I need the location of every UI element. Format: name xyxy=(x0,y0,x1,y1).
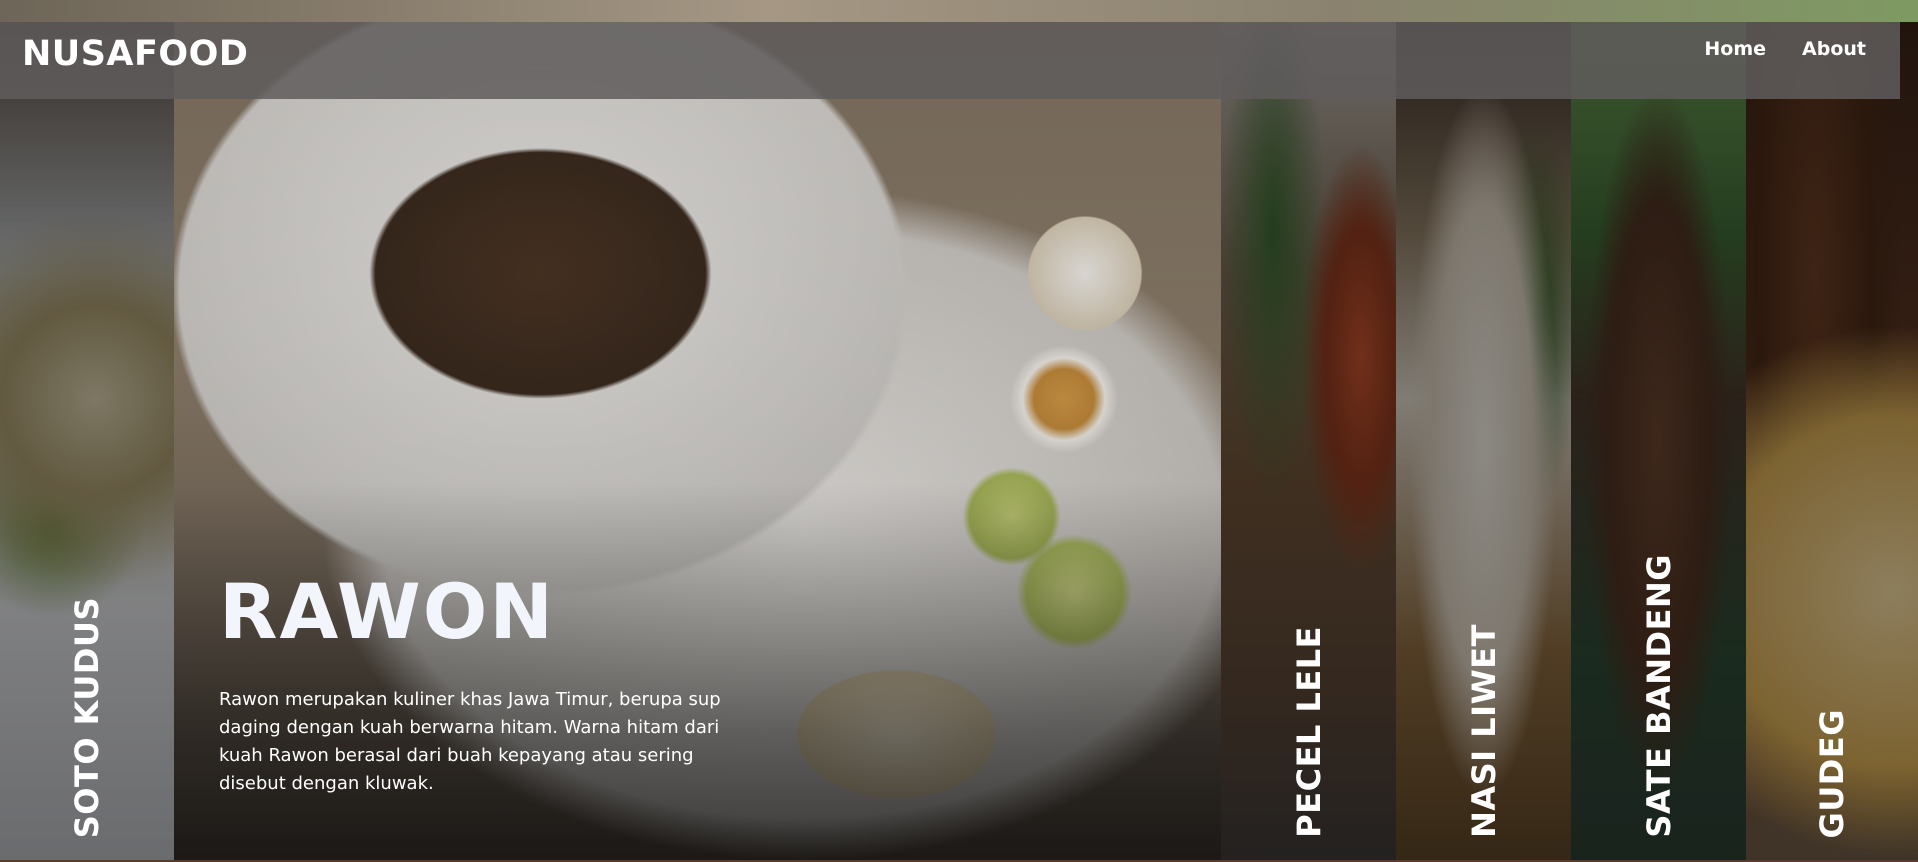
panel-nasi-liwet[interactable]: NASI LIWET xyxy=(1396,22,1571,860)
panel-label-gudeg: GUDEG xyxy=(1813,708,1851,838)
panel-sate-bandeng[interactable]: SATE BANDENG xyxy=(1571,22,1746,860)
panel-pecel-lele[interactable]: PECEL LELE xyxy=(1221,22,1396,860)
panel-label-soto-kudus: SOTO KUDUS xyxy=(68,596,106,838)
nav-links: Home About xyxy=(1704,38,1866,60)
hero-description: Rawon merupakan kuliner khas Jawa Timur,… xyxy=(219,689,721,794)
panel-rawon[interactable]: RAWON Rawon merupakan kuliner khas Jawa … xyxy=(174,22,1221,860)
panel-label-pecel-lele: PECEL LELE xyxy=(1289,626,1328,838)
hero-title: RAWON xyxy=(219,567,555,656)
panel-soto-kudus[interactable]: SOTO KUDUS xyxy=(0,22,174,860)
panel-label-sate-bandeng: SATE BANDENG xyxy=(1639,554,1678,838)
panel-gudeg[interactable]: GUDEG xyxy=(1746,22,1918,860)
nav-link-home[interactable]: Home xyxy=(1704,38,1766,60)
navbar: NUSAFOOD Home About xyxy=(0,22,1900,99)
top-image-strip xyxy=(0,0,1918,22)
panel-label-nasi-liwet: NASI LIWET xyxy=(1464,624,1503,838)
brand-logo[interactable]: NUSAFOOD xyxy=(22,34,248,74)
nav-link-about[interactable]: About xyxy=(1802,38,1866,60)
